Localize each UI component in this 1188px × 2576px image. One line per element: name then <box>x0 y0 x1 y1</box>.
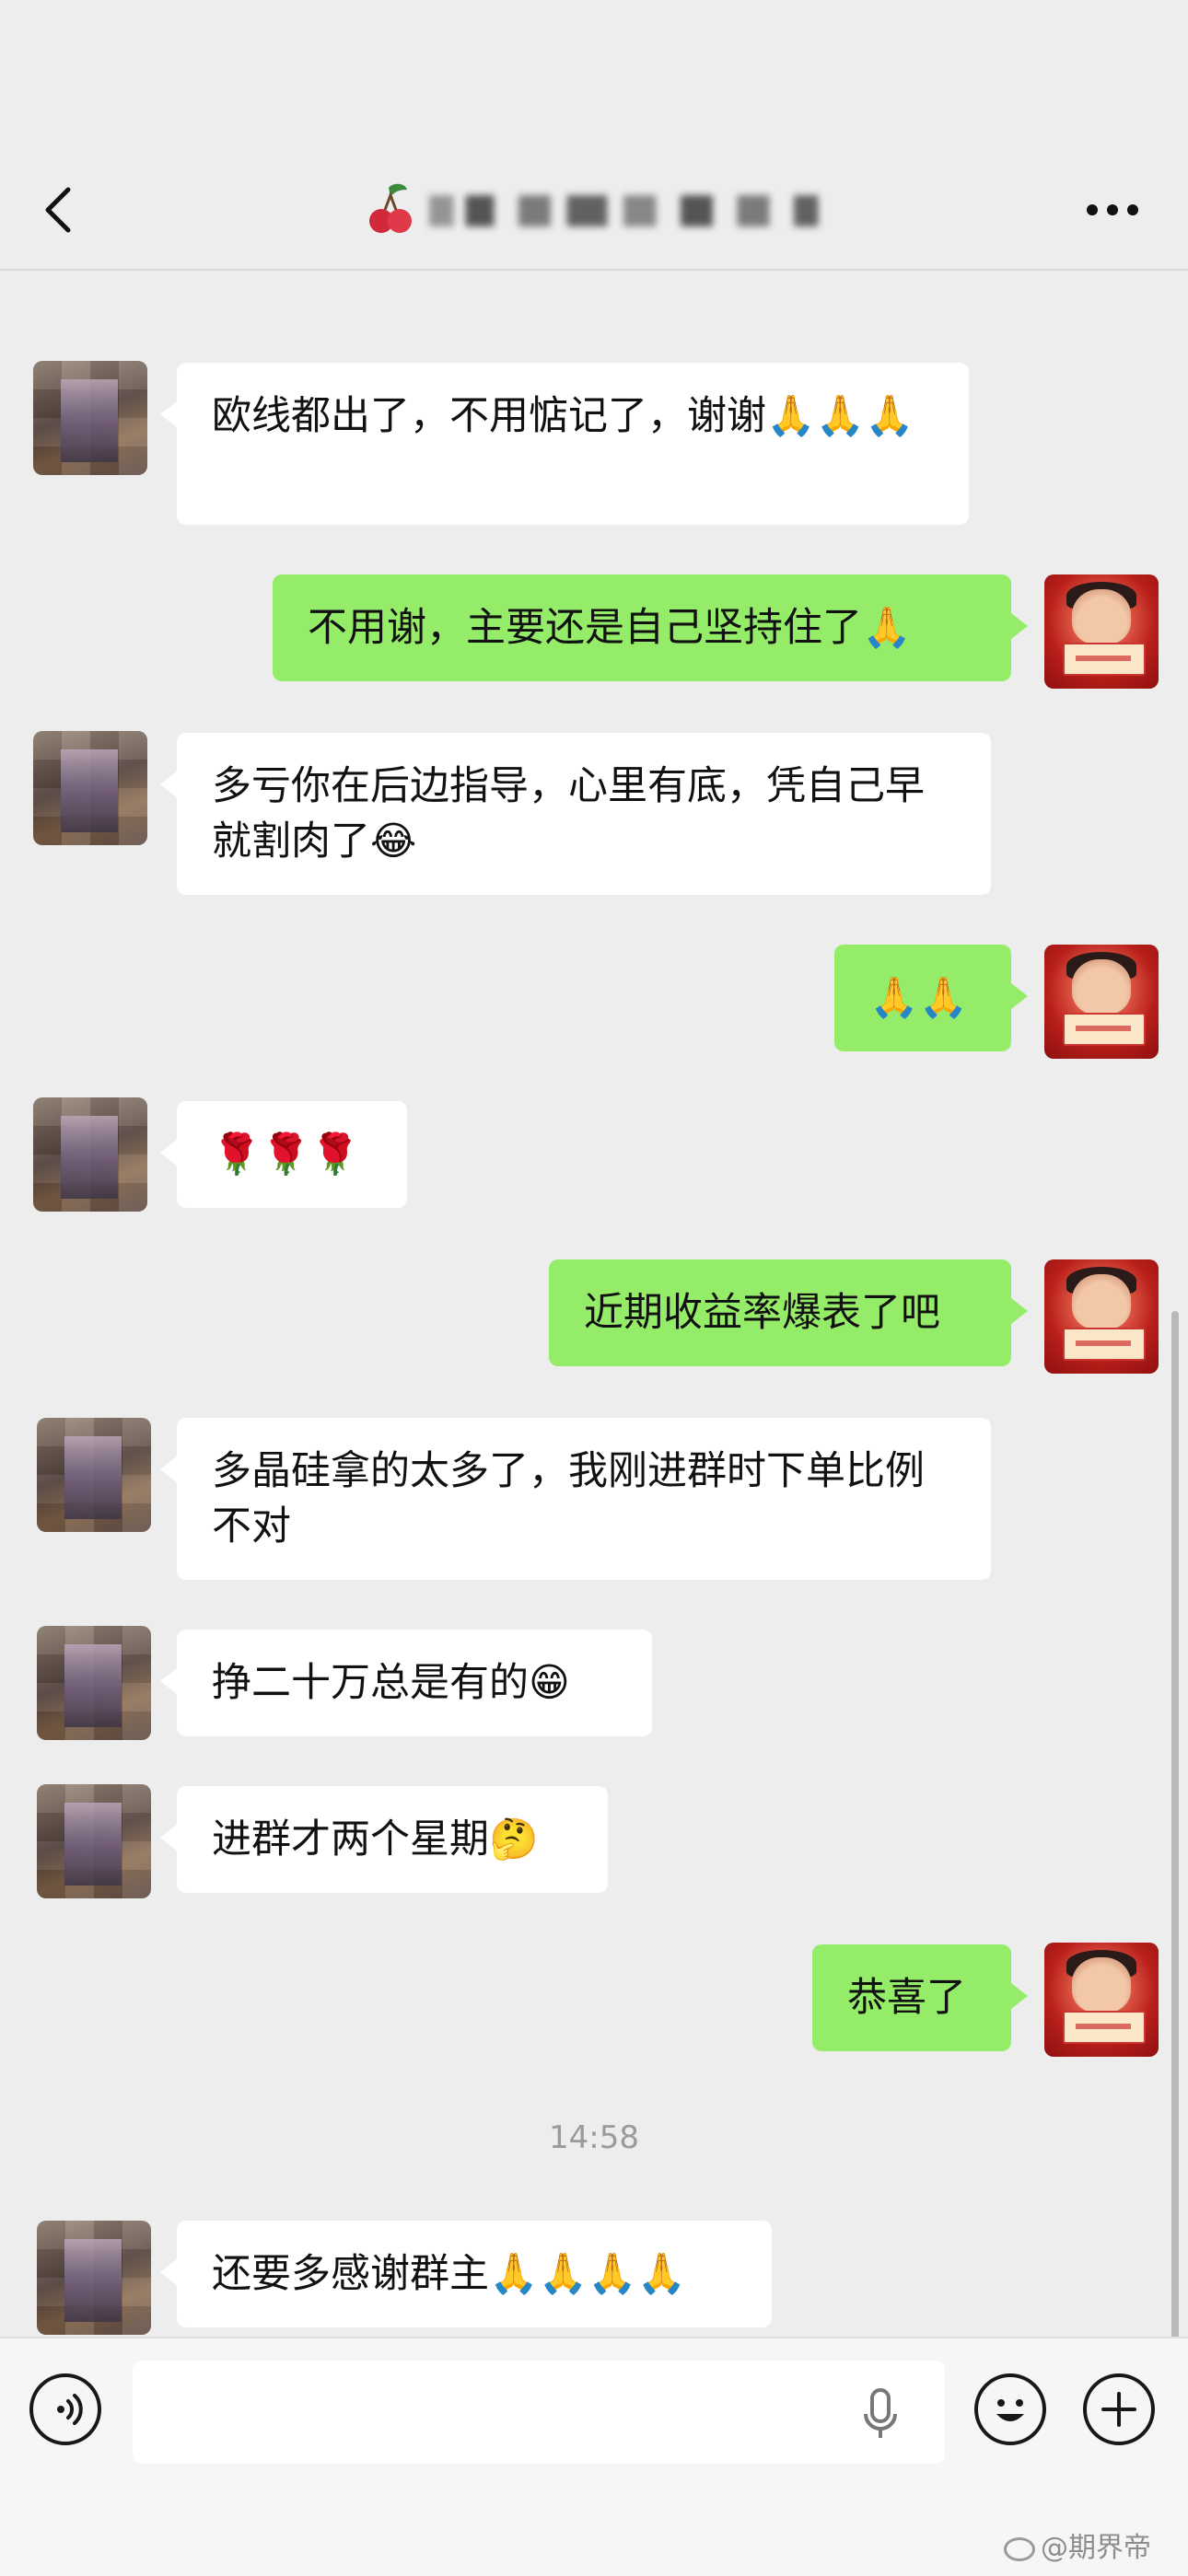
message-bubble[interactable]: 挣二十万总是有的😁 <box>160 1630 652 1736</box>
plus-button[interactable] <box>1083 2373 1155 2445</box>
watermark: @期界帝 <box>1004 2524 1151 2565</box>
message-bubble[interactable]: 多晶硅拿的太多了，我刚进群时下单比例不对 <box>160 1418 991 1580</box>
message-timestamp: 14:58 <box>549 2119 639 2156</box>
message-bubble[interactable]: 还要多感谢群主🙏🙏🙏🙏 <box>160 2221 772 2327</box>
avatar[interactable] <box>37 1626 151 1740</box>
avatar[interactable] <box>33 1097 147 1212</box>
scrollbar[interactable] <box>1171 1311 1179 2388</box>
avatar[interactable] <box>33 361 147 475</box>
blurred-title <box>429 195 834 226</box>
emoji-button[interactable] <box>974 2373 1046 2445</box>
message-bubble[interactable]: 🙏🙏 <box>834 945 1028 1051</box>
voice-icon <box>57 2394 83 2425</box>
voice-button[interactable] <box>29 2373 101 2445</box>
back-button[interactable] <box>33 177 85 243</box>
message-bubble[interactable]: 恭喜了 <box>812 1944 1028 2051</box>
message-bubble[interactable]: 🌹🌹🌹 <box>160 1101 407 1208</box>
message-list[interactable]: 欧线都出了，不用惦记了，谢谢🙏🙏🙏 不用谢，主要还是自己坚持住了🙏 多亏你在后边… <box>0 271 1188 2388</box>
avatar[interactable] <box>37 1784 151 1898</box>
avatar[interactable] <box>1044 574 1159 689</box>
chat-title <box>365 180 844 239</box>
plus-icon <box>1101 2392 1136 2427</box>
avatar[interactable] <box>1044 945 1159 1059</box>
avatar[interactable] <box>1044 1259 1159 1374</box>
message-bubble[interactable]: 欧线都出了，不用惦记了，谢谢🙏🙏🙏 <box>160 363 969 525</box>
more-button[interactable] <box>1087 204 1138 217</box>
message-input[interactable] <box>133 2361 945 2464</box>
group-logo-icon <box>369 183 412 233</box>
avatar[interactable] <box>37 1418 151 1532</box>
watermark-text: @期界帝 <box>1041 2532 1151 2564</box>
message-bubble[interactable]: 近期收益率爆表了吧 <box>549 1259 1028 1366</box>
message-bubble[interactable]: 不用谢，主要还是自己坚持住了🙏 <box>273 574 1028 681</box>
avatar[interactable] <box>1044 1943 1159 2057</box>
weibo-icon <box>1004 2536 1035 2561</box>
emoji-icon <box>996 2399 1024 2421</box>
avatar[interactable] <box>33 731 147 845</box>
avatar[interactable] <box>37 2221 151 2335</box>
more-dots-icon <box>1087 204 1098 215</box>
microphone-icon[interactable] <box>862 2386 899 2442</box>
chevron-left-icon <box>45 187 71 233</box>
chat-header <box>0 0 1188 271</box>
message-bubble[interactable]: 多亏你在后边指导，心里有底，凭自己早就割肉了😂 <box>160 733 991 895</box>
message-bubble[interactable]: 进群才两个星期🤔 <box>160 1786 608 1893</box>
